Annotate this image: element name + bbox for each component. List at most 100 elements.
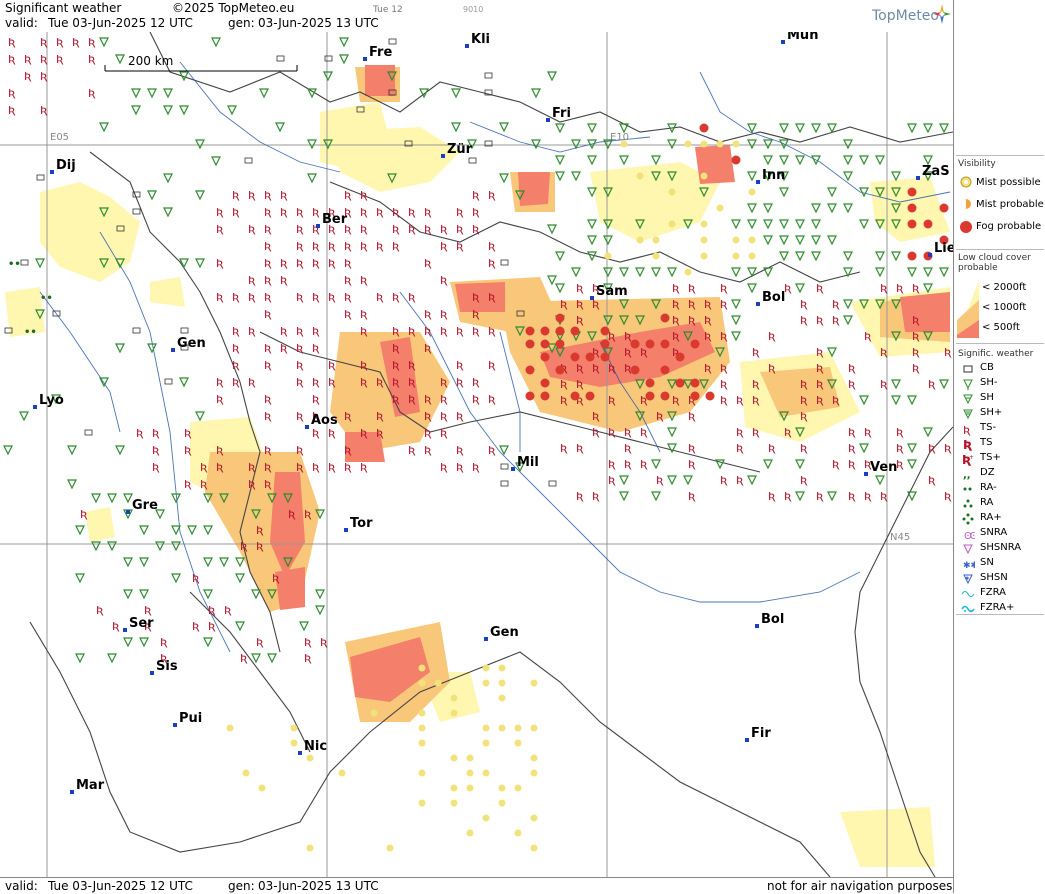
thunderstorm-icon: Ʀ [256, 636, 264, 649]
thunderstorm-icon: Ʀ [688, 282, 696, 295]
thunderstorm-icon: Ʀ [264, 478, 272, 491]
thunderstorm-icon: Ʀ [472, 393, 480, 406]
city-marker-icon [465, 44, 469, 48]
thunderstorm-icon: Ʀ [472, 308, 480, 321]
mist-icon [636, 172, 644, 180]
shower-icon [779, 187, 789, 198]
light-shower-icon [963, 379, 973, 390]
fog-icon [907, 251, 917, 261]
thunderstorm-icon: Ʀ [592, 362, 600, 375]
legend-mist-possible: Mist possible [976, 177, 1041, 188]
mist-icon [652, 252, 660, 260]
thunderstorm-icon: Ʀ [312, 342, 320, 355]
shower-icon [555, 283, 565, 294]
thunderstorm-icon: Ʀ [688, 314, 696, 327]
shower-icon [939, 123, 949, 134]
shower-icon [339, 54, 349, 65]
shower-icon [75, 653, 85, 664]
thunderstorm-icon: Ʀ [264, 393, 272, 406]
legend-sigwx-title: Signific. weather [958, 349, 1034, 359]
shower-icon [795, 283, 805, 294]
shower-icon [235, 573, 245, 584]
legend-mist-probable: Mist probable [976, 199, 1044, 210]
mist-probable-icon [961, 199, 971, 209]
thunderstorm-icon: Ʀ [816, 394, 824, 407]
cb-icon [132, 327, 141, 334]
thunderstorm-icon: Ʀ [296, 359, 304, 372]
thunderstorm-icon: Ʀ [488, 325, 496, 338]
cb-icon [963, 365, 973, 373]
shower-icon [907, 123, 917, 134]
fog-icon [540, 352, 550, 362]
thunderstorm-icon: Ʀ [360, 376, 368, 389]
shower-icon [123, 557, 133, 568]
thunderstorm-icon: Ʀ [800, 410, 808, 423]
mist-icon [290, 739, 298, 747]
mist-icon [620, 140, 628, 148]
thunderstorm-icon: Ʀ [264, 291, 272, 304]
header-code: 9010 [463, 5, 484, 14]
shower-icon [795, 251, 805, 262]
cb-icon [500, 259, 509, 266]
thunderstorm-icon: Ʀ [392, 342, 400, 355]
city-label: Sam [590, 284, 628, 300]
thunderstorm-icon: Ʀ [720, 394, 728, 407]
shower-icon [747, 475, 757, 486]
city-marker-icon [745, 738, 749, 742]
thunderstorm-icon: Ʀ [376, 376, 384, 389]
city-marker-icon [511, 467, 515, 471]
thunderstorm-icon: Ʀ [864, 490, 872, 503]
mist-icon [530, 679, 538, 687]
cb-icon [84, 429, 93, 436]
thunderstorm-icon: Ʀ [216, 393, 224, 406]
shower-icon [747, 283, 757, 294]
thunderstorm-icon: Ʀ [360, 189, 368, 202]
city-marker-icon [756, 180, 760, 184]
shower-icon [843, 299, 853, 310]
shower-icon [67, 445, 77, 456]
weather-map[interactable]: E05 E10 N45 200 km ƦƦƦƦƦƦƦƦƦƦƦƦƦƦƦƦƦƦƦƦƦ… [0, 32, 953, 877]
thunderstorm-icon: Ʀ [264, 189, 272, 202]
thunderstorm-icon: Ʀ [40, 53, 48, 66]
mist-icon [498, 799, 506, 807]
footer-disclaimer: not for air navigation purposes [767, 879, 953, 893]
cb-icon [36, 174, 45, 181]
lowcloud-gradient-icon [957, 280, 979, 338]
thunderstorm-icon: Ʀ [344, 410, 352, 423]
thunderstorm-icon: Ʀ [280, 206, 288, 219]
thunderstorm-icon: Ʀ [232, 359, 240, 372]
thunderstorm-icon: Ʀ [832, 314, 840, 327]
thunderstorm-icon: Ʀ [848, 458, 856, 471]
city-marker-icon [316, 224, 320, 228]
shower-icon [147, 343, 157, 354]
shower-icon [891, 171, 901, 182]
shower-icon [179, 377, 189, 388]
thunderstorm-icon: Ʀ [816, 346, 824, 359]
shower-icon [827, 203, 837, 214]
thunderstorm-icon: Ʀ [944, 346, 952, 359]
shower-icon [131, 88, 141, 99]
fog-icon [645, 339, 655, 349]
fog-icon [525, 326, 535, 336]
city-name: Gen [177, 336, 206, 351]
fog-icon [540, 391, 550, 401]
mist-icon [514, 724, 522, 732]
shower-icon [587, 123, 597, 134]
cb-icon [388, 38, 397, 45]
thunderstorm-icon: Ʀ [152, 444, 160, 457]
thunderstorm-icon: Ʀ [488, 393, 496, 406]
thunderstorm-icon: Ʀ [296, 342, 304, 355]
thunderstorm-icon: Ʀ [376, 240, 384, 253]
thunderstorm-icon: Ʀ [248, 461, 256, 474]
fog-icon [585, 352, 595, 362]
thunderstorm-icon: Ʀ [392, 206, 400, 219]
cb-icon [548, 480, 557, 487]
thunderstorm-icon: Ʀ [440, 240, 448, 253]
rain-icon [963, 499, 973, 508]
shower-icon [619, 475, 629, 486]
city-label: Sis [150, 659, 178, 675]
thunderstorm-icon: Ʀ [280, 257, 288, 270]
fog-icon [555, 365, 565, 375]
thunderstorm-icon: Ʀ [264, 444, 272, 457]
fog-icon [630, 365, 640, 375]
